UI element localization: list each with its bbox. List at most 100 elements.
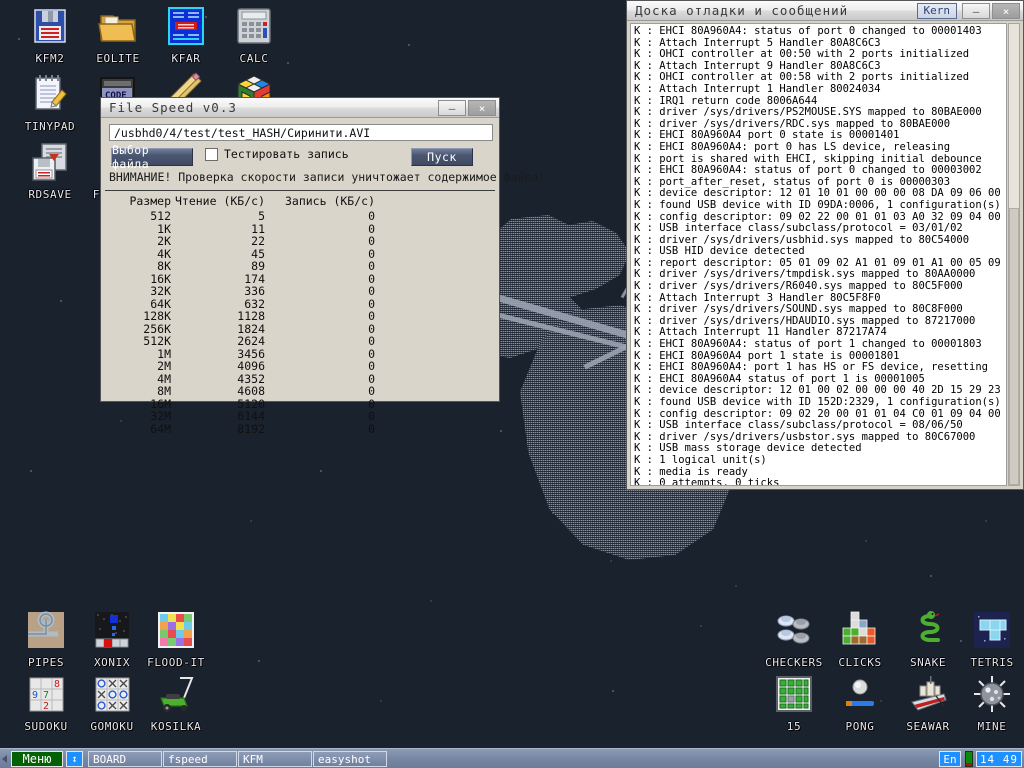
minesweeper-icon: [970, 672, 1014, 716]
log-scrollbar[interactable]: [1008, 23, 1020, 486]
debug-board-title: Доска отладки и сообщений: [635, 3, 848, 18]
table-header-row: Размер Чтение (КБ/c) Запись (КБ/c): [109, 194, 375, 210]
divider: [105, 190, 495, 191]
table-cell: 22: [171, 235, 265, 248]
taskbar-task-button[interactable]: fspeed: [163, 751, 237, 767]
table-cell: 0: [265, 310, 375, 323]
pipes-game-icon: [24, 608, 68, 652]
taskbar-task-button[interactable]: BOARD: [88, 751, 162, 767]
desktop-icon-label: TETRIS: [950, 656, 1024, 669]
close-button[interactable]: ×: [992, 3, 1020, 19]
file-manager-icon: [164, 4, 208, 48]
log-scrollbar-thumb[interactable]: [1009, 208, 1019, 485]
log-line: K : EHCI 80A960A4: status of port 0 chan…: [634, 165, 1003, 177]
clock[interactable]: 14 49: [976, 751, 1022, 767]
desktop-icon-tetris[interactable]: TETRIS: [950, 608, 1024, 669]
table-cell: 1128: [171, 310, 265, 323]
flood-it-game-icon: [154, 608, 198, 652]
table-cell: 0: [265, 298, 375, 311]
pong-game-icon: [838, 672, 882, 716]
desktop-icon-mine[interactable]: MINE: [950, 672, 1024, 733]
fifteen-puzzle-icon: [772, 672, 816, 716]
file-speed-title: File Speed v0.3: [109, 100, 237, 115]
desktop-icon-label: FLOOD-IT: [134, 656, 218, 669]
table-row: 512K26240: [109, 335, 375, 348]
table-row: 32K3360: [109, 285, 375, 298]
log-line: K : 0 attempts, 0 ticks: [634, 478, 1003, 486]
table-cell: 4608: [171, 385, 265, 398]
table-cell: 0: [265, 210, 375, 223]
desktop-icon-calc[interactable]: CALC: [212, 4, 296, 65]
log-line: K : driver /sys/drivers/PS2MOUSE.SYS map…: [634, 107, 1003, 119]
log-line: K : EHCI 80A960A4: status of port 1 chan…: [634, 339, 1003, 351]
log-line: K : Attach Interrupt 1 Handler 80024034: [634, 84, 1003, 96]
minimize-button[interactable]: —: [962, 3, 990, 19]
floppy-disk-icon: [28, 4, 72, 48]
table-cell: 0: [265, 248, 375, 261]
taskbar-task-button[interactable]: KFM: [238, 751, 312, 767]
table-cell: 336: [171, 285, 265, 298]
gomoku-game-icon: [90, 672, 134, 716]
file-path-input[interactable]: /usbhd0/4/test/test_HASH/Сиринити.AVI: [109, 124, 493, 141]
table-cell: 0: [265, 410, 375, 423]
notepad-pencil-icon: [28, 72, 72, 116]
close-button[interactable]: ×: [468, 100, 496, 116]
desktop-icon-label: CALC: [212, 52, 296, 65]
table-cell: 2624: [171, 335, 265, 348]
table-cell: 89: [171, 260, 265, 273]
taskbar-task-button[interactable]: easyshot: [313, 751, 387, 767]
table-cell: 5: [171, 210, 265, 223]
taskbar[interactable]: Меню ↕ BOARDfspeedKFMeasyshot En 14 49: [0, 748, 1024, 768]
table-cell: 2M: [109, 360, 171, 373]
kernel-log-output[interactable]: K : EHCI 80A960A4: status of port 0 chan…: [630, 23, 1007, 486]
taskbar-collapse-arrow-icon[interactable]: [2, 755, 7, 763]
log-line: K : 1 logical unit(s): [634, 455, 1003, 467]
table-cell: 8K: [109, 260, 171, 273]
table-row: 128K11280: [109, 310, 375, 323]
table-row: 8M46080: [109, 385, 375, 398]
file-speed-window[interactable]: File Speed v0.3 — × /usbhd0/4/test/test_…: [100, 97, 500, 402]
sudoku-game-icon: 8 9 7 2: [24, 672, 68, 716]
file-speed-titlebar[interactable]: File Speed v0.3 — ×: [101, 98, 499, 118]
debug-board-titlebar[interactable]: Доска отладки и сообщений Kern — ×: [627, 1, 1023, 21]
table-cell: 512K: [109, 335, 171, 348]
table-row: 4K450: [109, 248, 375, 261]
test-write-checkbox[interactable]: Тестировать запись: [205, 147, 349, 161]
choose-file-button[interactable]: Выбор файла: [111, 148, 193, 166]
debug-board-body: K : EHCI 80A960A4: status of port 0 chan…: [627, 21, 1023, 489]
log-line: K : found USB device with ID 152D:2329, …: [634, 397, 1003, 409]
table-cell: 0: [265, 260, 375, 273]
file-speed-body: /usbhd0/4/test/test_HASH/Сиринити.AVI Вы…: [101, 118, 499, 401]
svg-text:2: 2: [43, 701, 49, 712]
start-button[interactable]: Пуск: [411, 148, 473, 166]
kern-filter-button[interactable]: Kern: [917, 3, 958, 19]
log-line: K : EHCI 80A960A4: status of port 0 chan…: [634, 26, 1003, 38]
debug-board-window[interactable]: Доска отладки и сообщений Kern — × K : E…: [626, 0, 1024, 490]
desktop-page-switch-icon[interactable]: ↕: [66, 751, 83, 767]
snake-game-icon: [906, 608, 950, 652]
table-cell: 0: [265, 223, 375, 236]
ramdisk-save-icon: [28, 140, 72, 184]
desktop-icon-kosilka[interactable]: KOSILKA: [134, 672, 218, 733]
checkbox-box[interactable]: [205, 148, 218, 161]
table-cell: 8M: [109, 385, 171, 398]
table-row: 1K110: [109, 223, 375, 236]
desktop-icon-label: KOSILKA: [134, 720, 218, 733]
seawar-game-icon: [906, 672, 950, 716]
column-header-write: Запись (КБ/c): [265, 194, 375, 210]
table-cell: 0: [265, 335, 375, 348]
table-row: 2K220: [109, 235, 375, 248]
column-header-size: Размер: [109, 194, 171, 210]
table-cell: 4096: [171, 360, 265, 373]
svg-text:8: 8: [54, 679, 60, 690]
minimize-button[interactable]: —: [438, 100, 466, 116]
table-cell: 0: [265, 423, 375, 436]
language-indicator[interactable]: En: [939, 751, 961, 767]
svg-text:7: 7: [43, 690, 49, 701]
start-menu-button[interactable]: Меню: [11, 751, 63, 767]
cpu-load-icon[interactable]: [965, 751, 973, 767]
table-cell: 32M: [109, 410, 171, 423]
table-cell: 6144: [171, 410, 265, 423]
table-cell: 0: [265, 373, 375, 386]
desktop-icon-flood-it[interactable]: FLOOD-IT: [134, 608, 218, 669]
